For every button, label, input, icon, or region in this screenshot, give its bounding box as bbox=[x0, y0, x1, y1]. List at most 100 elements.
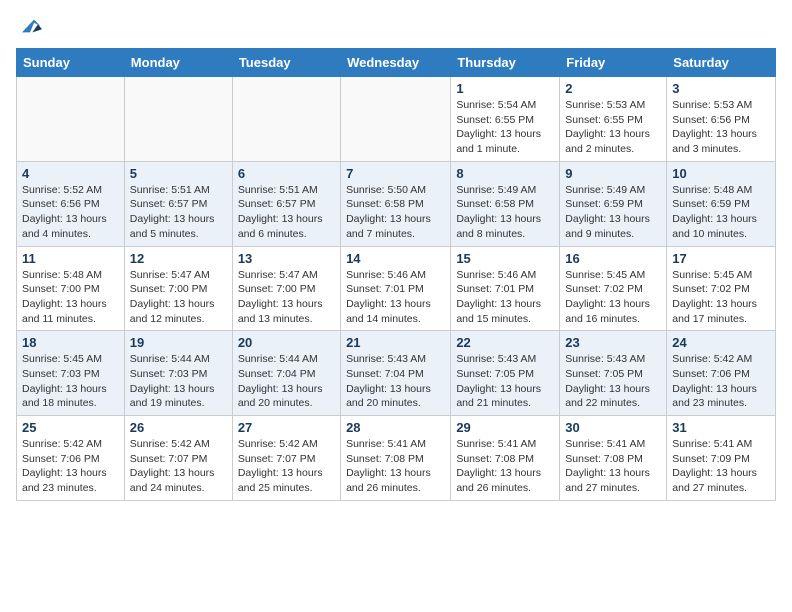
daylight-text: Daylight: 13 hours and 1 minute. bbox=[456, 127, 554, 156]
sunset-text: Sunset: 7:02 PM bbox=[565, 282, 661, 297]
week-row-1: 1 Sunrise: 5:54 AM Sunset: 6:55 PM Dayli… bbox=[17, 77, 776, 162]
day-info: Sunrise: 5:44 AM Sunset: 7:04 PM Dayligh… bbox=[238, 352, 335, 411]
sunrise-text: Sunrise: 5:42 AM bbox=[130, 437, 227, 452]
daylight-text: Daylight: 13 hours and 23 minutes. bbox=[672, 382, 770, 411]
sunset-text: Sunset: 7:08 PM bbox=[565, 452, 661, 467]
calendar-cell: 13 Sunrise: 5:47 AM Sunset: 7:00 PM Dayl… bbox=[232, 246, 340, 331]
sunrise-text: Sunrise: 5:53 AM bbox=[672, 98, 770, 113]
day-info: Sunrise: 5:54 AM Sunset: 6:55 PM Dayligh… bbox=[456, 98, 554, 157]
calendar-cell: 11 Sunrise: 5:48 AM Sunset: 7:00 PM Dayl… bbox=[17, 246, 125, 331]
sunrise-text: Sunrise: 5:48 AM bbox=[672, 183, 770, 198]
sunrise-text: Sunrise: 5:46 AM bbox=[346, 268, 445, 283]
weekday-header-sunday: Sunday bbox=[17, 49, 125, 77]
sunset-text: Sunset: 7:00 PM bbox=[130, 282, 227, 297]
daylight-text: Daylight: 13 hours and 22 minutes. bbox=[565, 382, 661, 411]
day-info: Sunrise: 5:43 AM Sunset: 7:05 PM Dayligh… bbox=[565, 352, 661, 411]
daylight-text: Daylight: 13 hours and 4 minutes. bbox=[22, 212, 119, 241]
day-info: Sunrise: 5:48 AM Sunset: 6:59 PM Dayligh… bbox=[672, 183, 770, 242]
sunset-text: Sunset: 6:58 PM bbox=[456, 197, 554, 212]
calendar-cell bbox=[17, 77, 125, 162]
week-row-4: 18 Sunrise: 5:45 AM Sunset: 7:03 PM Dayl… bbox=[17, 331, 776, 416]
calendar-cell: 17 Sunrise: 5:45 AM Sunset: 7:02 PM Dayl… bbox=[667, 246, 776, 331]
sunrise-text: Sunrise: 5:44 AM bbox=[130, 352, 227, 367]
week-row-5: 25 Sunrise: 5:42 AM Sunset: 7:06 PM Dayl… bbox=[17, 416, 776, 501]
sunset-text: Sunset: 6:57 PM bbox=[238, 197, 335, 212]
calendar-cell: 28 Sunrise: 5:41 AM Sunset: 7:08 PM Dayl… bbox=[341, 416, 451, 501]
daylight-text: Daylight: 13 hours and 21 minutes. bbox=[456, 382, 554, 411]
calendar-cell: 5 Sunrise: 5:51 AM Sunset: 6:57 PM Dayli… bbox=[124, 161, 232, 246]
calendar-cell: 2 Sunrise: 5:53 AM Sunset: 6:55 PM Dayli… bbox=[560, 77, 667, 162]
day-info: Sunrise: 5:51 AM Sunset: 6:57 PM Dayligh… bbox=[238, 183, 335, 242]
day-number: 26 bbox=[130, 420, 227, 435]
calendar-cell bbox=[124, 77, 232, 162]
day-info: Sunrise: 5:53 AM Sunset: 6:56 PM Dayligh… bbox=[672, 98, 770, 157]
week-row-3: 11 Sunrise: 5:48 AM Sunset: 7:00 PM Dayl… bbox=[17, 246, 776, 331]
sunset-text: Sunset: 7:05 PM bbox=[456, 367, 554, 382]
calendar-cell bbox=[232, 77, 340, 162]
daylight-text: Daylight: 13 hours and 13 minutes. bbox=[238, 297, 335, 326]
day-number: 18 bbox=[22, 335, 119, 350]
day-number: 2 bbox=[565, 81, 661, 96]
day-info: Sunrise: 5:53 AM Sunset: 6:55 PM Dayligh… bbox=[565, 98, 661, 157]
calendar-cell: 22 Sunrise: 5:43 AM Sunset: 7:05 PM Dayl… bbox=[451, 331, 560, 416]
weekday-header-tuesday: Tuesday bbox=[232, 49, 340, 77]
day-number: 6 bbox=[238, 166, 335, 181]
daylight-text: Daylight: 13 hours and 18 minutes. bbox=[22, 382, 119, 411]
day-number: 31 bbox=[672, 420, 770, 435]
day-number: 22 bbox=[456, 335, 554, 350]
sunrise-text: Sunrise: 5:42 AM bbox=[22, 437, 119, 452]
day-info: Sunrise: 5:41 AM Sunset: 7:08 PM Dayligh… bbox=[346, 437, 445, 496]
sunrise-text: Sunrise: 5:48 AM bbox=[22, 268, 119, 283]
day-number: 23 bbox=[565, 335, 661, 350]
sunrise-text: Sunrise: 5:47 AM bbox=[238, 268, 335, 283]
day-info: Sunrise: 5:46 AM Sunset: 7:01 PM Dayligh… bbox=[346, 268, 445, 327]
day-number: 11 bbox=[22, 251, 119, 266]
daylight-text: Daylight: 13 hours and 7 minutes. bbox=[346, 212, 445, 241]
day-number: 12 bbox=[130, 251, 227, 266]
day-info: Sunrise: 5:47 AM Sunset: 7:00 PM Dayligh… bbox=[238, 268, 335, 327]
calendar-cell: 8 Sunrise: 5:49 AM Sunset: 6:58 PM Dayli… bbox=[451, 161, 560, 246]
day-info: Sunrise: 5:48 AM Sunset: 7:00 PM Dayligh… bbox=[22, 268, 119, 327]
sunset-text: Sunset: 6:55 PM bbox=[456, 113, 554, 128]
daylight-text: Daylight: 13 hours and 26 minutes. bbox=[456, 466, 554, 495]
calendar-cell: 20 Sunrise: 5:44 AM Sunset: 7:04 PM Dayl… bbox=[232, 331, 340, 416]
sunrise-text: Sunrise: 5:54 AM bbox=[456, 98, 554, 113]
day-number: 25 bbox=[22, 420, 119, 435]
sunset-text: Sunset: 7:04 PM bbox=[346, 367, 445, 382]
sunrise-text: Sunrise: 5:45 AM bbox=[672, 268, 770, 283]
calendar-cell: 27 Sunrise: 5:42 AM Sunset: 7:07 PM Dayl… bbox=[232, 416, 340, 501]
sunrise-text: Sunrise: 5:45 AM bbox=[22, 352, 119, 367]
daylight-text: Daylight: 13 hours and 24 minutes. bbox=[130, 466, 227, 495]
day-info: Sunrise: 5:50 AM Sunset: 6:58 PM Dayligh… bbox=[346, 183, 445, 242]
weekday-header-row: SundayMondayTuesdayWednesdayThursdayFrid… bbox=[17, 49, 776, 77]
day-info: Sunrise: 5:51 AM Sunset: 6:57 PM Dayligh… bbox=[130, 183, 227, 242]
day-number: 3 bbox=[672, 81, 770, 96]
day-number: 30 bbox=[565, 420, 661, 435]
daylight-text: Daylight: 13 hours and 16 minutes. bbox=[565, 297, 661, 326]
calendar-cell: 31 Sunrise: 5:41 AM Sunset: 7:09 PM Dayl… bbox=[667, 416, 776, 501]
day-info: Sunrise: 5:45 AM Sunset: 7:02 PM Dayligh… bbox=[672, 268, 770, 327]
sunset-text: Sunset: 7:09 PM bbox=[672, 452, 770, 467]
sunset-text: Sunset: 6:56 PM bbox=[22, 197, 119, 212]
sunrise-text: Sunrise: 5:41 AM bbox=[456, 437, 554, 452]
day-number: 7 bbox=[346, 166, 445, 181]
day-info: Sunrise: 5:43 AM Sunset: 7:05 PM Dayligh… bbox=[456, 352, 554, 411]
day-info: Sunrise: 5:41 AM Sunset: 7:08 PM Dayligh… bbox=[565, 437, 661, 496]
calendar-cell: 24 Sunrise: 5:42 AM Sunset: 7:06 PM Dayl… bbox=[667, 331, 776, 416]
calendar-cell: 12 Sunrise: 5:47 AM Sunset: 7:00 PM Dayl… bbox=[124, 246, 232, 331]
day-number: 13 bbox=[238, 251, 335, 266]
calendar-cell: 18 Sunrise: 5:45 AM Sunset: 7:03 PM Dayl… bbox=[17, 331, 125, 416]
day-info: Sunrise: 5:47 AM Sunset: 7:00 PM Dayligh… bbox=[130, 268, 227, 327]
logo bbox=[16, 16, 42, 36]
daylight-text: Daylight: 13 hours and 15 minutes. bbox=[456, 297, 554, 326]
calendar-cell: 26 Sunrise: 5:42 AM Sunset: 7:07 PM Dayl… bbox=[124, 416, 232, 501]
sunrise-text: Sunrise: 5:43 AM bbox=[565, 352, 661, 367]
day-number: 17 bbox=[672, 251, 770, 266]
sunset-text: Sunset: 7:08 PM bbox=[456, 452, 554, 467]
day-info: Sunrise: 5:42 AM Sunset: 7:06 PM Dayligh… bbox=[672, 352, 770, 411]
sunrise-text: Sunrise: 5:44 AM bbox=[238, 352, 335, 367]
calendar-cell: 14 Sunrise: 5:46 AM Sunset: 7:01 PM Dayl… bbox=[341, 246, 451, 331]
sunset-text: Sunset: 7:07 PM bbox=[238, 452, 335, 467]
calendar-cell: 29 Sunrise: 5:41 AM Sunset: 7:08 PM Dayl… bbox=[451, 416, 560, 501]
day-info: Sunrise: 5:52 AM Sunset: 6:56 PM Dayligh… bbox=[22, 183, 119, 242]
